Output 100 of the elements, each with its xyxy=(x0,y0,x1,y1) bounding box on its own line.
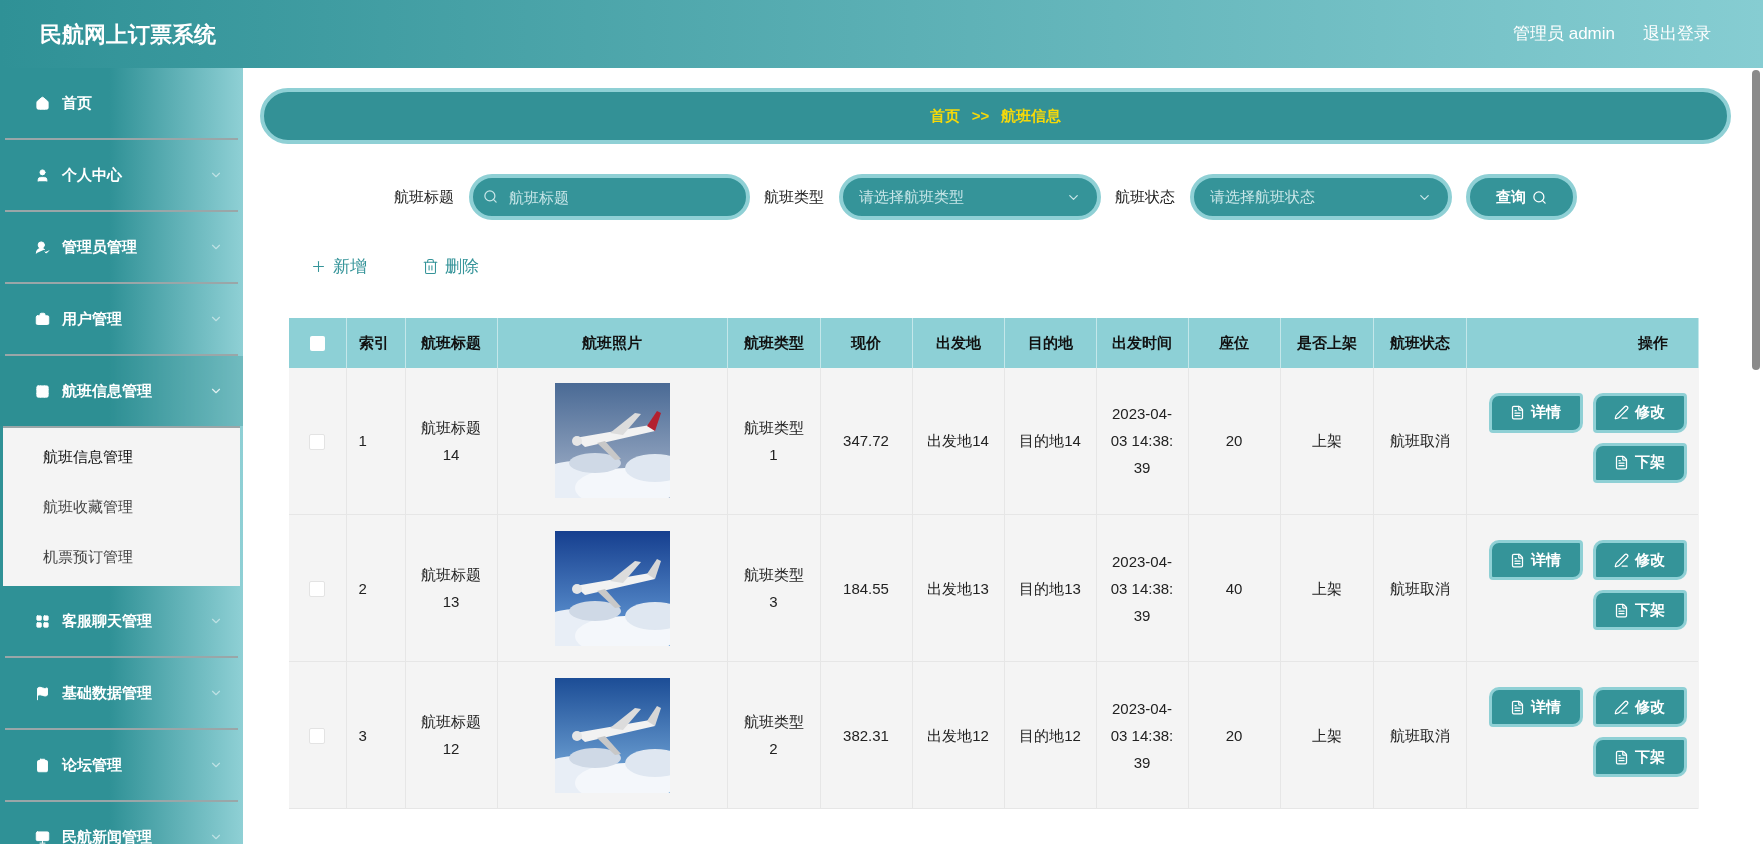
column-header: 索引 xyxy=(358,333,389,351)
table-cell-text: 2023-04-03 14:38:39 xyxy=(1110,551,1174,626)
user-icon xyxy=(35,239,50,255)
sidebar-item[interactable]: 客服聊天管理 xyxy=(0,586,243,656)
table-cell-text: 347.72 xyxy=(843,431,889,452)
table-cell-text: 20 xyxy=(1225,725,1243,746)
home-icon xyxy=(35,95,50,111)
sidebar-item[interactable]: 民航新闻管理 xyxy=(0,802,243,844)
document-icon xyxy=(1510,699,1525,715)
column-header: 是否上架 xyxy=(1296,333,1357,351)
pen-icon xyxy=(1614,405,1629,420)
table-cell-text: 航班取消 xyxy=(1389,725,1450,746)
table-cell-text: 上架 xyxy=(1311,578,1342,599)
submenu-item[interactable]: 机票预订管理 xyxy=(3,532,240,582)
table-cell-text: 航班类型3 xyxy=(742,565,805,612)
table-cell-text: 航班取消 xyxy=(1389,578,1450,599)
table-cell-text: 目的地14 xyxy=(1019,431,1081,452)
document-icon xyxy=(1510,405,1525,420)
action-button[interactable]: 下架 xyxy=(1592,737,1687,777)
column-header: 航班类型 xyxy=(743,333,804,351)
document-icon xyxy=(1510,552,1525,568)
sidebar-item[interactable]: 论坛管理 xyxy=(0,730,243,800)
column-header: 目的地 xyxy=(1027,333,1073,351)
table-cell-text: 1 xyxy=(357,431,368,452)
table-cell-text: 航班标题13 xyxy=(420,565,482,612)
field-label: 航班类型 xyxy=(764,186,824,207)
app-title: 民航网上订票系统 xyxy=(40,20,217,49)
table-cell-text: 2023-04-03 14:38:39 xyxy=(1110,404,1174,479)
column-header: 操作 xyxy=(1637,333,1668,351)
column-header: 现价 xyxy=(851,333,881,351)
table-cell-text: 航班标题12 xyxy=(420,712,482,759)
field-label: 航班标题 xyxy=(394,186,454,207)
monitor-icon xyxy=(35,829,50,844)
table-cell-text: 40 xyxy=(1225,578,1243,599)
table-cell-text: 航班标题14 xyxy=(420,417,482,465)
pen-icon xyxy=(1614,699,1629,715)
action-button[interactable]: 下架 xyxy=(1592,442,1687,483)
sidebar-item[interactable]: 用户管理 xyxy=(0,284,243,354)
user-label[interactable]: 管理员 admin xyxy=(1512,21,1615,47)
table-cell-text: 航班类型1 xyxy=(742,417,805,465)
table-cell-text: 出发地13 xyxy=(927,578,989,599)
sidebar-item[interactable]: 管理员管理 xyxy=(0,212,243,282)
column-header: 出发地 xyxy=(935,333,981,351)
table-cell-text: 3 xyxy=(357,725,368,746)
scrollbar-thumb[interactable] xyxy=(1751,70,1760,370)
trash-icon xyxy=(422,258,439,276)
sidebar-item[interactable]: 基础数据管理 xyxy=(0,658,243,728)
user-icon xyxy=(35,167,50,183)
checkbox[interactable] xyxy=(309,727,326,744)
table-cell-text: 184.55 xyxy=(843,578,889,599)
table-cell-text: 航班类型2 xyxy=(742,712,805,759)
document-icon xyxy=(1614,602,1629,618)
action-button[interactable]: 修改 xyxy=(1592,687,1687,727)
table-cell-text: 出发地12 xyxy=(927,725,989,746)
select-field[interactable]: 请选择航班状态 xyxy=(1190,174,1452,220)
submenu-item[interactable]: 航班信息管理 xyxy=(3,432,240,482)
flag-icon xyxy=(35,685,50,701)
column-header: 出发时间 xyxy=(1112,333,1172,351)
breadcrumb-link[interactable]: 首页 xyxy=(929,104,960,128)
table-cell-text: 上架 xyxy=(1311,431,1342,452)
table-cell-text: 目的地13 xyxy=(1019,578,1081,599)
breadcrumb-link[interactable]: 航班信息 xyxy=(1001,104,1062,128)
query-button[interactable]: 查询 xyxy=(1466,174,1577,220)
search-icon xyxy=(1532,189,1547,205)
search-icon xyxy=(483,189,498,204)
sidebar-item[interactable]: 首页 xyxy=(0,68,243,138)
table-cell-text: 2 xyxy=(357,578,368,599)
select-field[interactable]: 请选择航班类型 xyxy=(839,174,1101,220)
search-field[interactable]: 航班标题 xyxy=(469,174,750,220)
field-label: 航班状态 xyxy=(1115,186,1175,207)
column-header: 航班标题 xyxy=(421,333,481,351)
pen-icon xyxy=(1614,552,1629,568)
action-button[interactable]: 修改 xyxy=(1592,540,1687,580)
add-button[interactable]: 新增 xyxy=(310,254,367,280)
submenu-item[interactable]: 航班收藏管理 xyxy=(3,482,240,532)
table-cell-text: 382.31 xyxy=(843,725,889,746)
action-button[interactable]: 详情 xyxy=(1488,540,1583,580)
clipboard-icon xyxy=(35,757,50,773)
briefcase-icon xyxy=(35,311,50,327)
sidebar-item[interactable]: 个人中心 xyxy=(0,140,243,210)
table-cell-text: 上架 xyxy=(1311,725,1342,746)
action-button[interactable]: 详情 xyxy=(1488,392,1583,433)
table-cell-text: 目的地12 xyxy=(1019,725,1081,746)
action-button[interactable]: 修改 xyxy=(1592,392,1687,433)
column-header: 航班照片 xyxy=(582,333,642,351)
table-cell-text: 2023-04-03 14:38:39 xyxy=(1110,698,1174,773)
delete-button[interactable]: 删除 xyxy=(422,254,479,280)
table-cell-text: 20 xyxy=(1225,431,1243,452)
logout-link[interactable]: 退出登录 xyxy=(1643,21,1711,47)
breadcrumb-separator: >> xyxy=(971,105,990,126)
action-button[interactable]: 详情 xyxy=(1488,687,1583,727)
document-icon xyxy=(1614,455,1629,470)
column-header: 航班状态 xyxy=(1389,333,1450,351)
checkbox[interactable] xyxy=(309,335,325,351)
table-cell-text: 航班取消 xyxy=(1389,431,1450,452)
action-button[interactable]: 下架 xyxy=(1592,590,1687,630)
checkbox[interactable] xyxy=(309,580,326,597)
table-cell-text: 出发地14 xyxy=(927,431,989,452)
column-header: 座位 xyxy=(1219,333,1249,351)
checkbox[interactable] xyxy=(309,433,326,450)
